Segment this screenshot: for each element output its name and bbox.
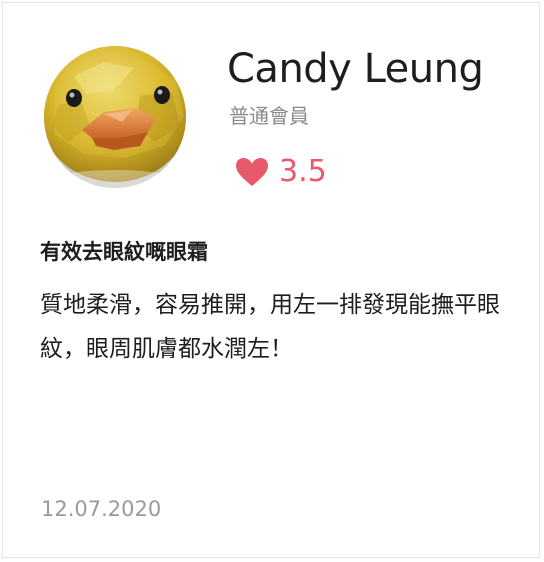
rating: 3.5: [235, 150, 327, 194]
member-level: 普通會員: [229, 104, 309, 128]
rating-value: 3.5: [279, 154, 327, 189]
user-name: Candy Leung: [227, 46, 484, 92]
avatar: [44, 46, 186, 188]
review-date: 12.07.2020: [41, 497, 162, 521]
duck-avatar-image: [44, 46, 186, 188]
review-title: 有效去眼紋嘅眼霜: [40, 240, 208, 264]
heart-icon: [236, 158, 268, 186]
review-body: 質地柔滑，容易推開，用左一排發現能撫平眼紋，眼周肌膚都水潤左！: [40, 292, 500, 362]
review-card: Candy Leung 普通會員 3.5 有效去眼紋嘅眼霜 質地柔滑，容易推開，…: [2, 2, 540, 558]
